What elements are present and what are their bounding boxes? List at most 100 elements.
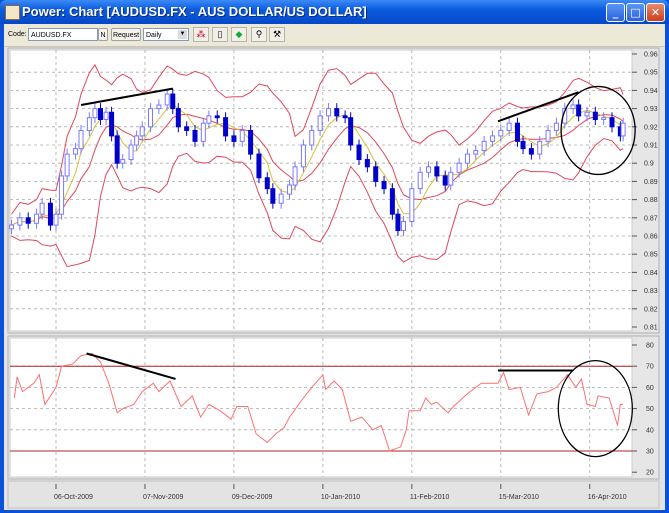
candle-body (348, 117, 354, 146)
candle-body (164, 93, 170, 106)
candle-body (545, 129, 551, 142)
candle-body (317, 115, 323, 131)
candle-body (401, 220, 406, 232)
candle-body (248, 129, 254, 155)
candle-body (9, 224, 15, 230)
candle-body (481, 140, 487, 151)
candle (348, 112, 354, 151)
candle-body (506, 122, 512, 131)
rsi-tick-label: 60 (646, 385, 654, 392)
candle (114, 130, 120, 169)
candle-body (442, 175, 448, 186)
candle-body (139, 126, 145, 137)
price-tick-label: 0.85 (644, 252, 658, 259)
candle-body (584, 111, 590, 117)
candle-body (264, 177, 270, 190)
candle-body (448, 171, 454, 186)
date-tick-label: 10-Jan-2010 (321, 494, 360, 501)
date-tick-label: 07-Nov-2009 (143, 494, 184, 501)
candle-body (134, 135, 140, 146)
candle-body (184, 126, 190, 131)
candle-body (148, 108, 154, 128)
candle-body (395, 213, 401, 232)
price-tick-label: 0.87 (644, 215, 658, 222)
candle-body (34, 213, 40, 224)
date-tick-label: 09-Dec-2009 (232, 494, 273, 501)
price-tick-label: 0.83 (644, 288, 658, 295)
candle-body (25, 217, 31, 224)
date-tick-label: 06-Oct-2009 (54, 494, 93, 501)
candle-body (426, 166, 432, 173)
candle (59, 170, 65, 220)
candle-body (356, 144, 362, 161)
candle-body (214, 115, 220, 119)
price-tick-label: 0.94 (644, 88, 658, 95)
candle-body (78, 129, 84, 150)
candle-body (256, 153, 262, 179)
candle-body (609, 117, 615, 128)
candle-body (192, 129, 198, 142)
candle-body (498, 129, 504, 137)
candle-body (278, 193, 284, 204)
candle-body (514, 122, 520, 142)
candle-body (334, 108, 340, 117)
price-tick-label: 0.91 (644, 143, 658, 150)
candle-body (489, 135, 495, 142)
candle-body (464, 153, 470, 164)
candle-body (128, 144, 134, 161)
candle-body (473, 149, 479, 155)
candle-body (200, 122, 206, 142)
candle-body (576, 104, 582, 117)
candle-body (292, 166, 298, 186)
price-tick-label: 0.92 (644, 124, 658, 131)
rsi-tick-label: 70 (646, 364, 654, 371)
price-tick-label: 0.81 (644, 325, 658, 332)
candle-body (553, 122, 559, 131)
price-plot-area (9, 49, 633, 332)
candle-body (86, 117, 92, 131)
candle-body (373, 166, 379, 182)
candle-body (287, 184, 293, 195)
candle-body (120, 159, 126, 164)
candle-body (47, 202, 53, 226)
candle-body (239, 129, 245, 142)
chart-window: Power: Chart [AUDUSD.FX - AUS DOLLAR/US … (0, 0, 669, 513)
price-tick-label: 0.95 (644, 70, 658, 77)
candle-body (231, 135, 237, 142)
candle-body (206, 115, 212, 124)
candle-body (537, 140, 543, 155)
candle-body (53, 213, 59, 226)
candle-body (170, 93, 176, 110)
rsi-tick-label: 30 (646, 449, 654, 456)
price-tick-label: 0.93 (644, 106, 658, 113)
candle (409, 183, 415, 227)
candle-body (520, 140, 526, 150)
candle-body (456, 162, 462, 173)
candle-body (434, 166, 440, 177)
price-tick-label: 0.88 (644, 197, 658, 204)
candle-body (59, 175, 65, 215)
candle-body (39, 202, 45, 215)
candle (109, 106, 115, 142)
price-tick-label: 0.89 (644, 179, 658, 186)
candle-body (417, 171, 423, 190)
date-tick-label: 15-Mar-2010 (499, 494, 539, 501)
candle-body (309, 129, 315, 146)
candle-body (114, 135, 120, 164)
rsi-tick-label: 20 (646, 470, 654, 477)
price-tick-label: 0.9 (644, 161, 654, 168)
price-tick-label: 0.82 (644, 306, 658, 313)
candle-body (72, 148, 78, 155)
candle-body (364, 159, 370, 168)
chart-svg[interactable]: 0.96 0.95 0.94 0.93 0.92 0.91 0.9 0.89 0.88 0.87 0… (0, 0, 669, 513)
candle-body (342, 115, 348, 119)
date-tick-label: 11-Feb-2010 (410, 494, 450, 501)
candle-body (270, 188, 276, 204)
candle-body (17, 217, 23, 226)
date-tick-label: 16-Apr-2010 (588, 494, 627, 501)
rsi-tick-label: 40 (646, 427, 654, 434)
candle-body (601, 117, 607, 121)
candle-body (156, 104, 162, 110)
candle-body (570, 104, 576, 110)
candle (256, 148, 262, 184)
